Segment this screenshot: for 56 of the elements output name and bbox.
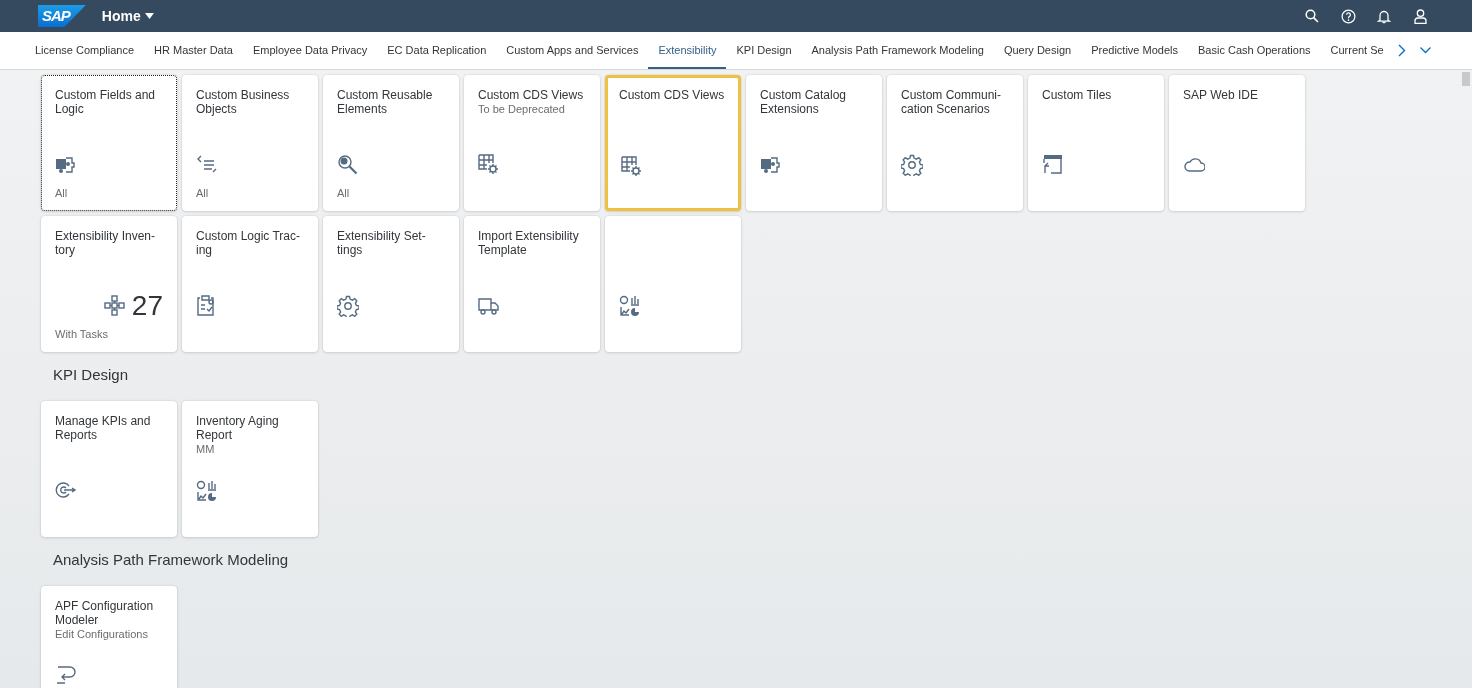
tab[interactable]: Extensibility	[648, 32, 727, 69]
tile-subtitle: MM	[196, 442, 216, 456]
tile-title: SAP Web IDE	[1183, 88, 1259, 102]
app-tile[interactable]: Custom CDS Views To be Deprecated	[464, 75, 600, 211]
app-tile[interactable]: Custom Tiles	[1028, 75, 1164, 211]
tile-footer: With Tasks	[55, 325, 108, 342]
tile-title: Custom Catalog Extensions	[760, 88, 848, 116]
tile-title: Custom Business Objects	[196, 88, 291, 116]
tile-number: 27	[131, 289, 163, 323]
tile-title: Custom Tiles	[1042, 88, 1113, 102]
tile-title: APF Configuration Modeler	[55, 599, 155, 627]
group-title: KPI Design	[53, 366, 130, 384]
tile-title: Extensibility Inven-tory	[55, 229, 157, 257]
tab[interactable]: Employee Data Privacy	[242, 32, 378, 69]
app-tile[interactable]: Custom Catalog Extensions	[746, 75, 882, 211]
tile-title: Manage KPIs and Reports	[55, 414, 152, 442]
group-title: Analysis Path Framework Modeling	[53, 551, 290, 569]
tab[interactable]: Query Design	[993, 32, 1082, 69]
tab[interactable]: Custom Apps and Services	[496, 32, 649, 69]
tile-title: Custom CDS Views	[619, 88, 726, 102]
app-tile[interactable]: Extensibility Inven-tory 27 With Tasks	[41, 216, 177, 352]
app-tile[interactable]: Custom Logic Trac-ing	[182, 216, 318, 352]
tile-subtitle: Edit Configurations	[55, 627, 149, 641]
app-tile[interactable]: Manage KPIs and Reports	[41, 401, 177, 537]
tab[interactable]: License Compliance	[25, 32, 145, 69]
tile-title: Import Extensibility Template	[478, 229, 580, 257]
tile-footer: All	[55, 184, 68, 201]
tile-footer: All	[196, 184, 209, 201]
app-tile[interactable]: APF Configuration Modeler Edit Configurations	[41, 586, 177, 688]
tile-title: Custom Reusable Elements	[337, 88, 434, 116]
app-tile[interactable]: Custom Reusable Elements All	[323, 75, 459, 211]
tab[interactable]: Analysis Path Framework Modeling	[801, 32, 994, 69]
app-tile[interactable]: Custom CDS Views	[605, 75, 741, 211]
app-tile[interactable]: Custom Fields and Logic All	[41, 75, 177, 211]
app-tile[interactable]: Import Extensibility Template	[464, 216, 600, 352]
tab[interactable]: Basic Cash Operations	[1188, 32, 1321, 69]
tab[interactable]: EC Data Replication	[377, 32, 497, 69]
tab[interactable]: Predictive Models	[1081, 32, 1188, 69]
app-tile[interactable]: SAP Web IDE	[1169, 75, 1305, 211]
tile-subtitle: To be Deprecated	[478, 102, 566, 116]
tile-title: Custom Communi-cation Scenarios	[901, 88, 1003, 116]
sap-logo: SAP	[38, 5, 86, 27]
tile-footer: All	[337, 184, 350, 201]
app-tile[interactable]: Custom Business Objects All	[182, 75, 318, 211]
tile-title: Custom Fields and Logic	[55, 88, 157, 116]
app-tile[interactable]: Inventory Aging Report MM	[182, 401, 318, 537]
tile-title: Extensibility Set-tings	[337, 229, 427, 257]
app-tile[interactable]: Custom Communi-cation Scenarios	[887, 75, 1023, 211]
tile-title: Inventory Aging Report	[196, 414, 280, 442]
tab[interactable]: HR Master Data	[144, 32, 243, 69]
tile-title: Custom CDS Views	[478, 88, 585, 102]
app-tile[interactable]: Extensibility Set-tings	[323, 216, 459, 352]
home-menu-button[interactable]: Home	[101, 5, 154, 27]
tab[interactable]: KPI Design	[726, 32, 802, 69]
tile-title: Custom Logic Trac-ing	[196, 229, 302, 257]
tab[interactable]: Current Se	[1320, 32, 1394, 69]
